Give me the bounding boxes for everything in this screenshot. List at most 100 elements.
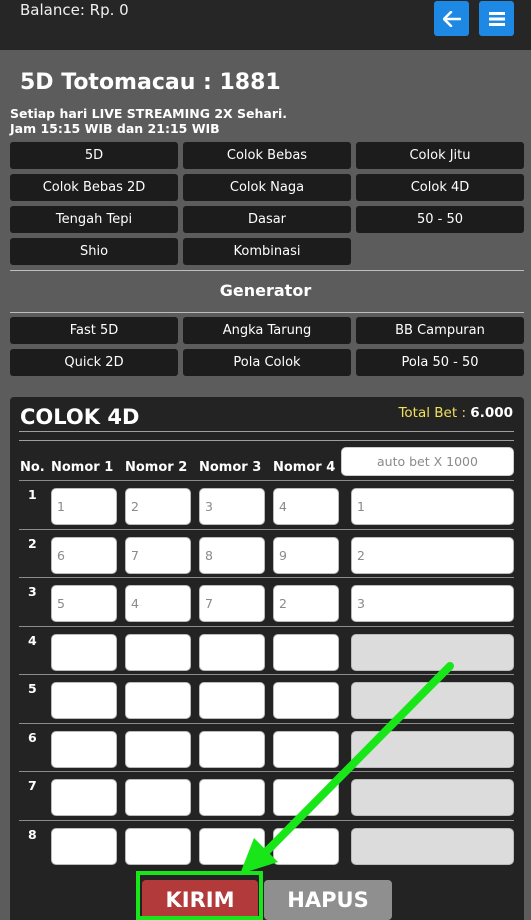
nomor-1-input[interactable]: 6 bbox=[51, 536, 117, 574]
nomor-4-input[interactable] bbox=[273, 730, 339, 768]
bet-row: 7 bbox=[19, 771, 514, 819]
page-title: 5D Totomacau : 1881 bbox=[20, 70, 281, 95]
schedule-info: Setiap hari LIVE STREAMING 2X Sehari. Ja… bbox=[10, 106, 287, 136]
kirim-button[interactable]: KIRIM bbox=[142, 880, 258, 920]
top-bar: Balance: Rp. 0 bbox=[0, 0, 531, 50]
nomor-2-input[interactable]: 2 bbox=[125, 488, 191, 525]
nomor-2-input[interactable] bbox=[125, 730, 191, 768]
nomor-1-input[interactable] bbox=[51, 633, 117, 671]
nomor-3-input[interactable]: 3 bbox=[199, 488, 265, 525]
nomor-2-input[interactable]: 4 bbox=[125, 585, 191, 622]
game-button-colok-bebas-2d[interactable]: Colok Bebas 2D bbox=[10, 174, 178, 201]
form-title: COLOK 4D bbox=[20, 405, 140, 429]
game-button-dasar[interactable]: Dasar bbox=[183, 206, 351, 233]
generator-grid: Fast 5D Angka Tarung BB Campuran Quick 2… bbox=[10, 317, 524, 376]
nomor-3-input[interactable]: 7 bbox=[199, 585, 265, 622]
bet-amount-input[interactable]: 3 bbox=[351, 585, 514, 622]
bet-amount-input[interactable] bbox=[351, 633, 514, 671]
generator-button-fast-5d[interactable]: Fast 5D bbox=[10, 317, 178, 344]
generator-button-angka-tarung[interactable]: Angka Tarung bbox=[183, 317, 351, 344]
hamburger-menu-icon bbox=[488, 11, 505, 26]
game-button-50-50[interactable]: 50 - 50 bbox=[356, 206, 524, 233]
game-button-shio[interactable]: Shio bbox=[10, 238, 178, 265]
nomor-3-input[interactable] bbox=[199, 682, 265, 719]
nomor-3-input[interactable] bbox=[199, 633, 265, 671]
nomor-4-input[interactable] bbox=[273, 682, 339, 719]
back-button[interactable] bbox=[434, 1, 469, 36]
row-number: 7 bbox=[28, 778, 37, 793]
arrow-left-icon bbox=[442, 10, 461, 27]
total-bet-label: Total Bet : bbox=[398, 405, 466, 421]
nomor-2-input[interactable] bbox=[125, 779, 191, 816]
bet-form-panel: COLOK 4D Total Bet : 6.000 No. Nomor 1 N… bbox=[10, 397, 524, 920]
nomor-2-input[interactable]: 7 bbox=[125, 536, 191, 574]
bet-row: 5 bbox=[19, 674, 514, 722]
generator-title: Generator bbox=[219, 281, 312, 300]
generator-button-pola-colok[interactable]: Pola Colok bbox=[183, 349, 351, 376]
game-button-colok-jitu[interactable]: Colok Jitu bbox=[356, 142, 524, 169]
nomor-1-input[interactable] bbox=[51, 827, 117, 865]
game-button-kombinasi[interactable]: Kombinasi bbox=[183, 238, 351, 265]
bet-row: 354723 bbox=[19, 577, 514, 625]
nomor-1-input[interactable] bbox=[51, 682, 117, 719]
generator-button-bb-campuran[interactable]: BB Campuran bbox=[356, 317, 524, 344]
bet-amount-input[interactable] bbox=[351, 827, 514, 865]
nomor-3-input[interactable]: 8 bbox=[199, 536, 265, 574]
auto-bet-input[interactable]: auto bet X 1000 bbox=[341, 447, 514, 476]
nomor-2-input[interactable] bbox=[125, 827, 191, 865]
nomor-4-input[interactable]: 4 bbox=[273, 488, 339, 525]
game-type-grid: 5D Colok Bebas Colok Jitu Colok Bebas 2D… bbox=[10, 142, 524, 265]
divider bbox=[10, 270, 524, 271]
nomor-4-input[interactable] bbox=[273, 827, 339, 865]
total-bet: Total Bet : 6.000 bbox=[398, 405, 513, 421]
nomor-1-input[interactable] bbox=[51, 730, 117, 768]
game-button-colok-naga[interactable]: Colok Naga bbox=[183, 174, 351, 201]
nomor-3-input[interactable] bbox=[199, 827, 265, 865]
nomor-1-input[interactable]: 5 bbox=[51, 585, 117, 622]
bet-amount-input[interactable]: 1 bbox=[351, 488, 514, 525]
nomor-3-input[interactable] bbox=[199, 730, 265, 768]
game-button-tengah-tepi[interactable]: Tengah Tepi bbox=[10, 206, 178, 233]
menu-button[interactable] bbox=[479, 1, 514, 36]
game-button-5d[interactable]: 5D bbox=[10, 142, 178, 169]
generator-button-quick-2d[interactable]: Quick 2D bbox=[10, 349, 178, 376]
hapus-button[interactable]: HAPUS bbox=[264, 880, 392, 920]
column-header-nomor-3: Nomor 3 bbox=[199, 460, 262, 475]
total-bet-value: 6.000 bbox=[470, 405, 513, 421]
nomor-4-input[interactable]: 9 bbox=[273, 536, 339, 574]
bet-row: 6 bbox=[19, 722, 514, 771]
balance-text: Balance: Rp. 0 bbox=[20, 1, 129, 19]
row-number: 8 bbox=[28, 826, 37, 842]
divider bbox=[19, 440, 514, 441]
bet-amount-input[interactable] bbox=[351, 779, 514, 816]
row-number: 2 bbox=[28, 535, 37, 551]
row-number: 3 bbox=[28, 584, 37, 599]
row-number: 5 bbox=[28, 681, 37, 696]
nomor-2-input[interactable] bbox=[125, 633, 191, 671]
divider bbox=[19, 431, 514, 432]
bet-row: 112341 bbox=[19, 480, 514, 528]
bet-row: 267892 bbox=[19, 528, 514, 577]
column-header-nomor-4: Nomor 4 bbox=[273, 460, 336, 475]
nomor-1-input[interactable]: 1 bbox=[51, 488, 117, 525]
nomor-1-input[interactable] bbox=[51, 779, 117, 816]
game-button-colok-4d[interactable]: Colok 4D bbox=[356, 174, 524, 201]
bet-row: 4 bbox=[19, 625, 514, 674]
column-header-nomor-2: Nomor 2 bbox=[125, 460, 188, 475]
row-number: 1 bbox=[28, 487, 37, 502]
nomor-4-input[interactable] bbox=[273, 779, 339, 816]
nomor-3-input[interactable] bbox=[199, 779, 265, 816]
schedule-line-2: Jam 15:15 WIB dan 21:15 WIB bbox=[10, 121, 220, 136]
bet-amount-input[interactable]: 2 bbox=[351, 536, 514, 574]
nomor-4-input[interactable]: 2 bbox=[273, 585, 339, 622]
bet-amount-input[interactable] bbox=[351, 682, 514, 719]
bet-amount-input[interactable] bbox=[351, 730, 514, 768]
nomor-4-input[interactable] bbox=[273, 633, 339, 671]
row-number: 4 bbox=[28, 632, 37, 648]
game-button-colok-bebas[interactable]: Colok Bebas bbox=[183, 142, 351, 169]
divider bbox=[10, 312, 524, 313]
nomor-2-input[interactable] bbox=[125, 682, 191, 719]
column-header-nomor-1: Nomor 1 bbox=[51, 460, 114, 475]
generator-button-pola-50-50[interactable]: Pola 50 - 50 bbox=[356, 349, 524, 376]
row-number: 6 bbox=[28, 729, 37, 745]
